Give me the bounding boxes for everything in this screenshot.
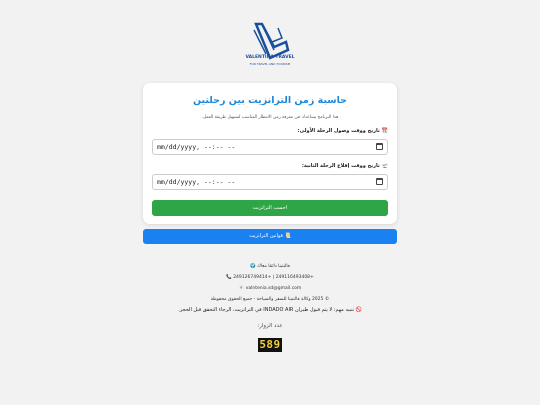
footer-copyright: © 2025 وكالة فالنتينا للسفر والسياحة - ج… [210, 297, 330, 302]
calculate-transit-button[interactable]: احسب الترانزيت [152, 200, 388, 216]
card-description: هذا البرنامج يساعدك في معرفة زمن الانتظا… [201, 115, 339, 120]
departure-datetime-input[interactable]: mm/dd/yyyy, --:-- -- [152, 174, 388, 190]
transit-calculator-card: حاسبة زمن الترانزيت بين رحلتين هذا البرن… [143, 83, 397, 224]
airplane-icon: 🛫 [381, 163, 388, 169]
footer-email: 📧 valntenia.sd@gmail.com [238, 286, 302, 291]
footer-tagline: 🌍 فالنتينا دائمًا معاك [250, 264, 290, 269]
brand-name: VALENTINA TRAVEL [245, 55, 295, 60]
calendar-picker-icon[interactable] [376, 178, 383, 185]
departure-datetime-value: mm/dd/yyyy, --:-- -- [157, 178, 236, 186]
brand-tagline: FOR TRAVEL AND TOURISM [249, 62, 291, 66]
visitor-counter: 589 [258, 338, 282, 352]
calendar-icon: 📆 [381, 128, 388, 134]
footer-phones: 📞 249126749414+ | 249116493408+ [226, 275, 314, 280]
departure-label: 🛫تاريخ ووقت إقلاع الرحلة الثانية: [301, 163, 388, 169]
indado-air-notice: 🚫 تنبيه مهم: لا يتم قبول طيران INDADO AI… [178, 307, 362, 313]
arrival-datetime-input[interactable]: mm/dd/yyyy, --:-- -- [152, 139, 388, 155]
arrival-datetime-value: mm/dd/yyyy, --:-- -- [157, 143, 236, 151]
arrival-label: 📆تاريخ ووقت وصول الرحلة الأولى: [297, 128, 388, 134]
visitor-counter-label: عدد الزوار: [257, 323, 283, 329]
page-title: حاسبة زمن الترانزيت بين رحلتين [193, 95, 347, 106]
calendar-picker-icon[interactable] [376, 143, 383, 150]
transit-laws-button[interactable]: 📜 قوانين الترانزيت [143, 229, 397, 244]
